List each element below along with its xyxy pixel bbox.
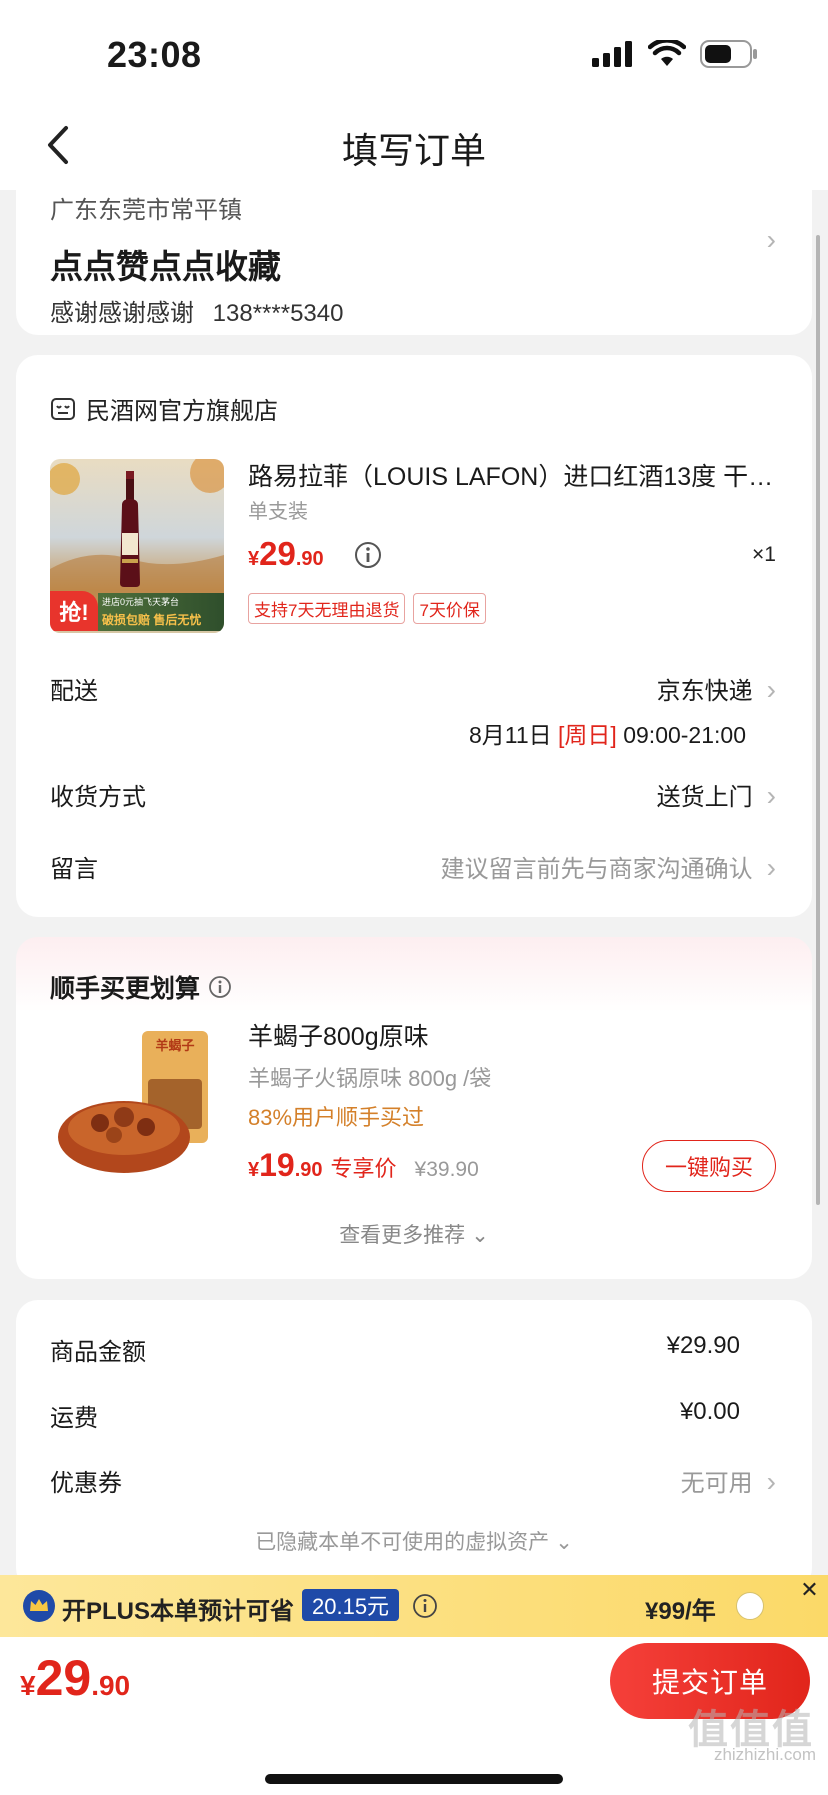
goods-amount-label: 商品金额 — [50, 1339, 146, 1366]
service-tags: 支持7天无理由退货 7天价保 — [248, 593, 494, 624]
chevron-down-icon: ⌄ — [471, 1224, 489, 1247]
crown-icon — [23, 1590, 55, 1622]
price-symbol: ¥ — [248, 548, 260, 570]
chevron-right-icon: › — [766, 852, 776, 883]
plus-radio[interactable] — [736, 1592, 764, 1620]
product-price: ¥29.90 — [248, 535, 324, 573]
coupon-label: 优惠券 — [50, 1470, 122, 1497]
rec-price-label: 专享价 — [330, 1156, 397, 1181]
promo-line-2: 破损包赔 售后无忧 — [102, 613, 202, 627]
delivery-time: 09:00-21:00 — [623, 722, 746, 748]
contact-name: 感谢感谢感谢 — [50, 300, 194, 327]
recommend-social-proof: 83%用户顺手买过 — [248, 1105, 425, 1130]
address-card[interactable]: 广东东莞市常平镇 点点赞点点收藏 感谢感谢感谢 138****5340 › — [16, 190, 812, 335]
info-icon[interactable] — [208, 975, 232, 999]
home-indicator — [265, 1774, 563, 1784]
total-price: ¥29.90 — [20, 1649, 130, 1707]
order-card: 民酒网官方旗舰店 抢! 进店0元抽飞天茅台 破损包赔 售后无忧 路易拉菲（LOU… — [16, 355, 812, 917]
chevron-down-icon: ⌄ — [555, 1531, 573, 1554]
recommend-header: 顺手买更划算 — [50, 969, 232, 1005]
info-icon[interactable] — [412, 1593, 438, 1619]
shipping-value: ¥0.00 — [679, 1398, 740, 1425]
product-title[interactable]: 路易拉菲（LOUIS LAFON）进口红酒13度 干红葡萄酒 — [248, 457, 783, 493]
product-image[interactable]: 抢! 进店0元抽飞天茅台 破损包赔 售后无忧 — [50, 459, 224, 633]
delivery-date: 8月11日 — [468, 722, 552, 748]
recommend-item-subtitle: 羊蝎子火锅原味 800g /袋 — [248, 1066, 492, 1091]
delivery-row[interactable]: 京东快递 › 8月11日 [周日] 09:00-21:00 — [469, 671, 776, 750]
total-price-int: 29 — [35, 1650, 92, 1706]
nav-bar: 填写订单 — [0, 100, 828, 190]
status-icons — [592, 40, 758, 68]
info-icon[interactable] — [354, 541, 382, 569]
bottom-bar: ¥29.90 提交订单 值值值 zhizhizhi.com — [0, 1637, 828, 1795]
wifi-icon — [648, 40, 686, 66]
chevron-right-icon: › — [766, 674, 776, 705]
chevron-right-icon: › — [766, 224, 776, 255]
hidden-assets-link[interactable]: 已隐藏本单不可使用的虚拟资产 ⌄ — [16, 1526, 812, 1556]
package-label: 羊蝎子 — [155, 1038, 195, 1053]
hidden-assets-label: 已隐藏本单不可使用的虚拟资产 — [255, 1531, 550, 1554]
message-placeholder: 建议留言前先与商家沟通确认 — [440, 856, 753, 883]
receive-label: 收货方式 — [50, 784, 146, 811]
total-price-dec: .90 — [91, 1670, 131, 1701]
tag-return: 支持7天无理由退货 — [248, 593, 406, 624]
see-more-label: 查看更多推荐 — [339, 1224, 466, 1247]
promo-strip: 进店0元抽飞天茅台 破损包赔 售后无忧 — [98, 593, 224, 631]
plus-save-badge: 20.15元 — [302, 1589, 400, 1621]
recommend-item-title[interactable]: 羊蝎子800g原味 — [248, 1017, 429, 1053]
scrollbar[interactable] — [816, 235, 820, 1205]
price-dec: .90 — [295, 548, 324, 570]
plus-banner[interactable]: 开PLUS本单预计可省 20.15元 ¥99/年 ✕ — [0, 1575, 828, 1637]
battery-icon — [700, 40, 757, 68]
chevron-right-icon: › — [766, 780, 776, 811]
product-qty: ×1 — [752, 543, 776, 566]
coupon-row[interactable]: 无可用 › — [681, 1463, 776, 1498]
address-detail: 点点赞点点收藏 — [50, 248, 281, 285]
signal-icon — [592, 41, 632, 67]
delivery-weekday: [周日] — [558, 722, 617, 748]
goods-amount-value: ¥29.90 — [666, 1332, 740, 1359]
page-title: 填写订单 — [341, 130, 486, 171]
delivery-carrier: 京东快递 — [656, 678, 753, 705]
total-price-symbol: ¥ — [20, 1670, 36, 1701]
rec-price-dec: .90 — [294, 1159, 323, 1181]
receive-value: 送货上门 — [656, 784, 753, 811]
tag-price-protect: 7天价保 — [413, 593, 486, 624]
plus-text: 开PLUS本单预计可省 — [62, 1598, 295, 1625]
shop-name: 民酒网官方旗舰店 — [86, 398, 278, 425]
recommend-price: ¥19.90 专享价 ¥39.90 — [248, 1147, 479, 1184]
status-bar: 23:08 — [0, 0, 828, 100]
price-int: 29 — [259, 535, 296, 572]
recommend-card: 顺手买更划算 羊蝎子 羊蝎子800g原味 羊蝎子火锅原味 800g /袋 83%… — [16, 937, 812, 1279]
one-click-buy-button[interactable]: 一键购买 — [642, 1140, 776, 1192]
plus-price: ¥99/年 — [645, 1598, 716, 1625]
address-region: 广东东莞市常平镇 — [50, 197, 242, 224]
summary-card: 商品金额 ¥29.90 运费 ¥0.00 优惠券 无可用 › 已隐藏本单不可使用的… — [16, 1300, 812, 1590]
rush-badge: 抢! — [50, 591, 98, 631]
address-contact: 感谢感谢感谢 138****5340 — [50, 293, 343, 328]
receive-row[interactable]: 送货上门 › — [657, 777, 776, 812]
shop-icon — [51, 397, 75, 420]
watermark-domain: zhizhizhi.com — [713, 1745, 816, 1764]
rec-price-symbol: ¥ — [248, 1159, 260, 1181]
coupon-value: 无可用 — [680, 1470, 753, 1497]
recommend-title: 顺手买更划算 — [50, 975, 201, 1003]
rec-orig-price: ¥39.90 — [414, 1158, 479, 1181]
chevron-right-icon: › — [766, 1466, 776, 1497]
delivery-label: 配送 — [50, 678, 98, 705]
recommend-image[interactable]: 羊蝎子 — [50, 1019, 220, 1189]
shop-header[interactable]: 民酒网官方旗舰店 — [50, 391, 278, 426]
promo-line-1: 进店0元抽飞天茅台 — [102, 597, 180, 607]
close-icon[interactable]: ✕ — [791, 1575, 828, 1605]
contact-phone: 138****5340 — [212, 300, 344, 327]
product-spec: 单支装 — [248, 501, 308, 523]
message-label: 留言 — [50, 856, 98, 883]
status-time: 23:08 — [107, 34, 202, 75]
shipping-label: 运费 — [50, 1405, 98, 1432]
message-row[interactable]: 建议留言前先与商家沟通确认 › — [441, 849, 776, 884]
rec-price-int: 19 — [259, 1147, 295, 1183]
see-more-link[interactable]: 查看更多推荐 ⌄ — [16, 1219, 812, 1249]
